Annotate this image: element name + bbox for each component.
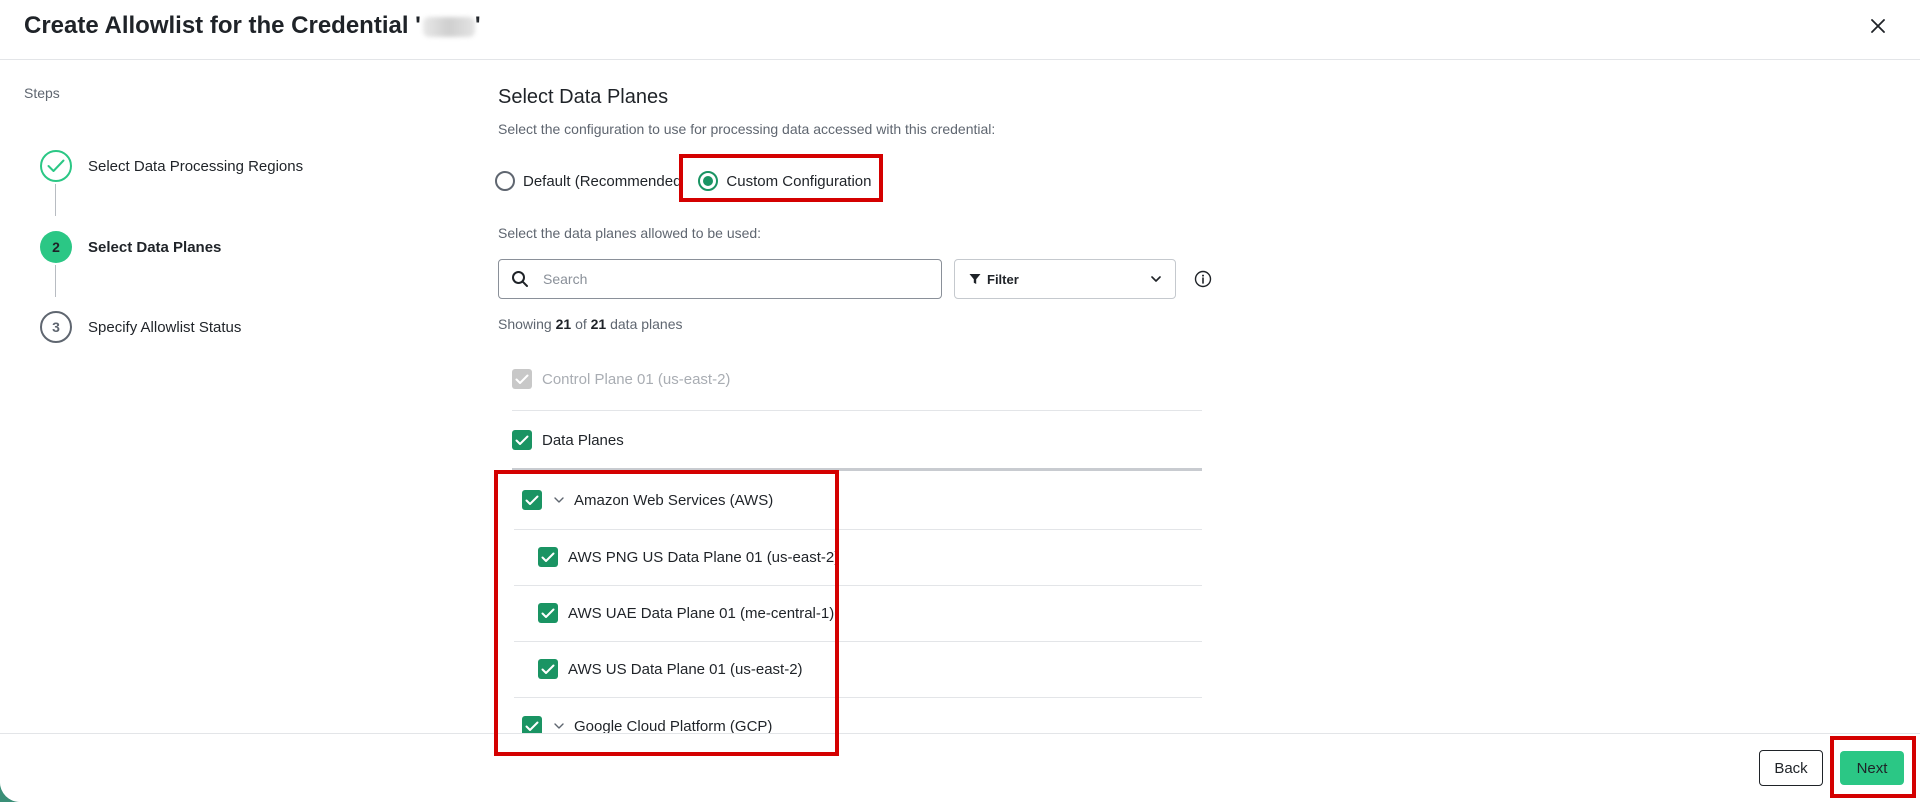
checkbox-checked[interactable] bbox=[538, 659, 558, 679]
divider bbox=[512, 468, 1202, 471]
redacted-credential-name bbox=[422, 16, 475, 37]
steps-heading: Steps bbox=[24, 85, 60, 101]
back-button[interactable]: Back bbox=[1759, 750, 1823, 786]
checkbox-checked[interactable] bbox=[522, 490, 542, 510]
list-item-control-plane: Control Plane 01 (us-east-2) bbox=[512, 369, 1202, 389]
create-allowlist-dialog: Create Allowlist for the Credential ' ' S… bbox=[0, 0, 1920, 802]
step-connector bbox=[55, 265, 56, 297]
list-item-aws-uae[interactable]: AWS UAE Data Plane 01 (me-central-1) bbox=[538, 603, 1202, 623]
close-button[interactable] bbox=[1866, 14, 1890, 38]
list-item-label: Data Planes bbox=[542, 431, 624, 449]
checkmark-icon bbox=[525, 495, 539, 505]
radio-checked-icon bbox=[698, 171, 719, 191]
configuration-radio-group: Default (Recommended Custom Configuratio… bbox=[495, 168, 872, 194]
list-item-label: Control Plane 01 (us-east-2) bbox=[542, 370, 731, 388]
dialog-footer bbox=[0, 733, 1920, 802]
list-item-label: AWS UAE Data Plane 01 (me-central-1) bbox=[568, 604, 835, 622]
step-select-data-planes: 2 Select Data Planes bbox=[40, 231, 221, 263]
list-item-label: Google Cloud Platform (GCP) bbox=[574, 717, 773, 735]
radio-label: Custom Configuration bbox=[726, 172, 872, 190]
step-label: Select Data Planes bbox=[88, 238, 222, 256]
chevron-down-icon[interactable] bbox=[552, 719, 566, 733]
filter-label: Filter bbox=[987, 271, 1019, 287]
divider bbox=[512, 410, 1202, 411]
checkbox-checked[interactable] bbox=[512, 430, 532, 450]
step-specify-allowlist-status: 3 Specify Allowlist Status bbox=[40, 311, 241, 343]
info-icon[interactable] bbox=[1194, 270, 1212, 288]
checkmark-icon bbox=[515, 435, 529, 445]
divider bbox=[514, 585, 1202, 586]
checkmark-icon bbox=[525, 721, 539, 731]
divider bbox=[514, 529, 1202, 530]
section-title: Select Data Planes bbox=[498, 86, 669, 108]
checkmark-icon bbox=[47, 159, 65, 172]
step-label: Select Data Processing Regions bbox=[88, 157, 304, 175]
step-number-badge: 3 bbox=[40, 311, 72, 343]
checkbox-checked[interactable] bbox=[538, 547, 558, 567]
divider bbox=[514, 641, 1202, 642]
dialog-header: Create Allowlist for the Credential ' ' bbox=[0, 0, 1920, 60]
step-complete-indicator bbox=[40, 150, 72, 182]
next-button[interactable]: Next bbox=[1840, 751, 1904, 785]
chevron-down-icon bbox=[1151, 276, 1161, 282]
list-item-label: AWS PNG US Data Plane 01 (us-east-2) bbox=[568, 548, 840, 566]
list-item-data-planes[interactable]: Data Planes bbox=[512, 430, 1202, 450]
radio-label: Default (Recommended bbox=[523, 172, 682, 190]
search-input[interactable] bbox=[543, 271, 923, 287]
step-label: Specify Allowlist Status bbox=[88, 318, 242, 336]
list-item-label: AWS US Data Plane 01 (us-east-2) bbox=[568, 660, 803, 678]
list-item-aws-png-us[interactable]: AWS PNG US Data Plane 01 (us-east-2) bbox=[538, 547, 1202, 567]
data-plane-list: Control Plane 01 (us-east-2) Data Planes… bbox=[498, 354, 1202, 734]
search-icon bbox=[512, 271, 528, 287]
checkbox-disabled bbox=[512, 369, 532, 389]
checkbox-checked[interactable] bbox=[522, 716, 542, 734]
checkbox-checked[interactable] bbox=[538, 603, 558, 623]
radio-unchecked-icon bbox=[495, 171, 515, 191]
chevron-down-icon[interactable] bbox=[552, 493, 566, 507]
divider bbox=[514, 697, 1202, 698]
list-item-label: Amazon Web Services (AWS) bbox=[574, 491, 774, 509]
radio-default-recommended[interactable]: Default (Recommended bbox=[495, 171, 681, 191]
step-connector bbox=[55, 184, 56, 216]
step-select-data-processing-regions: Select Data Processing Regions bbox=[40, 150, 303, 182]
close-icon bbox=[1871, 19, 1885, 33]
dialog-title: Create Allowlist for the Credential ' ' bbox=[24, 12, 481, 39]
checkmark-icon bbox=[541, 552, 555, 562]
list-item-aws-us[interactable]: AWS US Data Plane 01 (us-east-2) bbox=[538, 659, 1202, 679]
checkmark-icon bbox=[541, 664, 555, 674]
search-field[interactable] bbox=[498, 259, 942, 299]
filter-icon bbox=[969, 274, 981, 284]
radio-custom-configuration[interactable]: Custom Configuration bbox=[698, 171, 872, 191]
planes-prompt: Select the data planes allowed to be use… bbox=[498, 225, 762, 241]
results-count: Showing 21 of 21 data planes bbox=[498, 316, 683, 332]
config-prompt: Select the configuration to use for proc… bbox=[498, 121, 996, 137]
list-item-group-gcp[interactable]: Google Cloud Platform (GCP) bbox=[522, 716, 1202, 734]
checkmark-icon bbox=[541, 608, 555, 618]
list-item-group-aws[interactable]: Amazon Web Services (AWS) bbox=[522, 490, 1202, 510]
filter-dropdown[interactable]: Filter bbox=[954, 259, 1176, 299]
checkmark-icon bbox=[515, 374, 529, 384]
step-number-badge: 2 bbox=[40, 231, 72, 263]
